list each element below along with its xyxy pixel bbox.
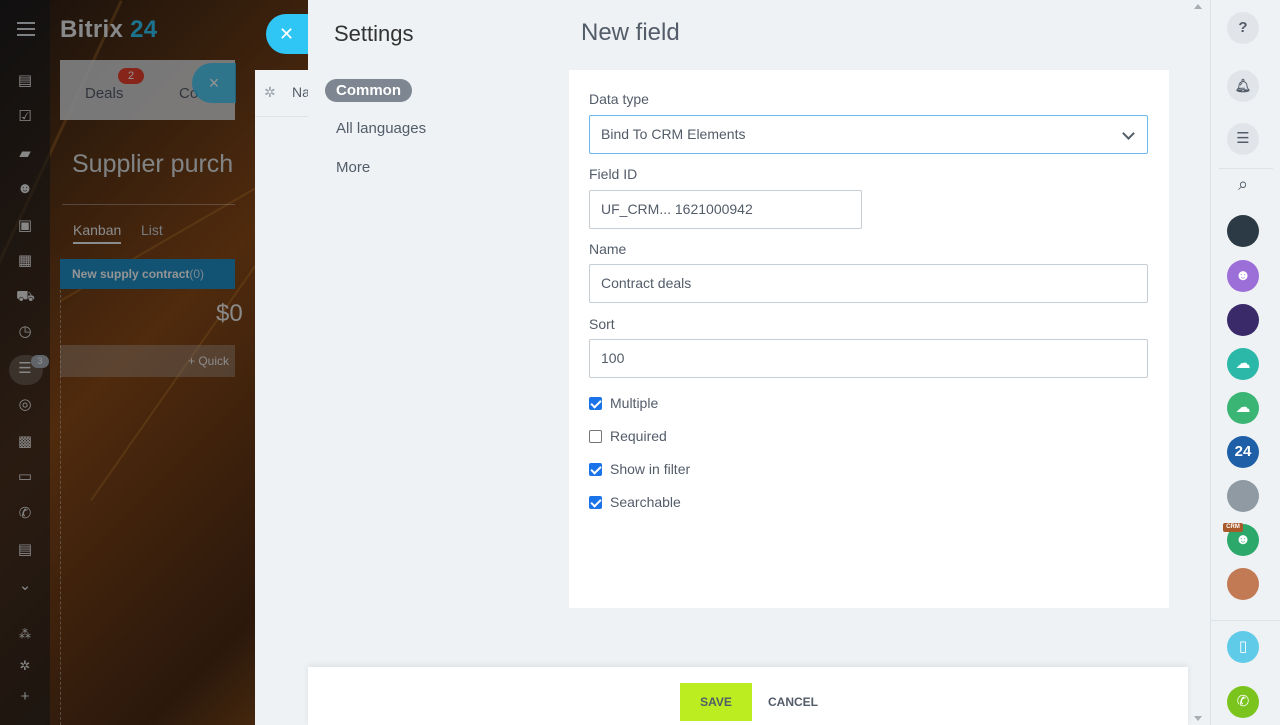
crm-tag: CRM bbox=[1223, 523, 1243, 532]
gear-icon[interactable]: ✲ bbox=[264, 84, 276, 101]
multiple-checkbox[interactable] bbox=[589, 397, 602, 410]
avatar[interactable] bbox=[1227, 480, 1259, 512]
form-footer: SAVE CANCEL bbox=[308, 667, 1188, 725]
show-in-filter-label: Show in filter bbox=[610, 461, 691, 477]
search-icon[interactable]: ⌕ bbox=[1227, 168, 1259, 200]
searchable-checkbox[interactable] bbox=[589, 496, 602, 509]
nav-all-languages[interactable]: All languages bbox=[336, 120, 426, 137]
name-input[interactable]: Contract deals bbox=[589, 264, 1148, 303]
cancel-button[interactable]: CANCEL bbox=[768, 683, 818, 721]
settings-title: Settings bbox=[334, 21, 414, 46]
required-checkbox[interactable] bbox=[589, 430, 602, 443]
bitrix24-avatar[interactable]: 24 bbox=[1227, 436, 1259, 468]
nav-more[interactable]: More bbox=[336, 159, 370, 176]
divider bbox=[1211, 620, 1280, 621]
nav-common[interactable]: Common bbox=[325, 79, 412, 102]
cloud-avatar-icon[interactable]: ☁ bbox=[1227, 392, 1259, 424]
avatar[interactable] bbox=[1227, 215, 1259, 247]
searchable-label: Searchable bbox=[610, 494, 681, 510]
right-sidebar: ? 🔔︎ ☰ ⌕ ☻ ☁ ☁ 24 ☻ CRM ▯ ✆ bbox=[1210, 0, 1280, 725]
field-form: Data type Bind To CRM Elements Field ID … bbox=[569, 70, 1169, 608]
underlying-slider: ✲ Na bbox=[255, 70, 315, 725]
name-value: Contract deals bbox=[601, 275, 692, 291]
scroll-down-arrow[interactable] bbox=[1194, 716, 1202, 721]
settings-slider: Settings Common All languages More New f… bbox=[308, 0, 1210, 725]
cloud-avatar-icon[interactable]: ☁ bbox=[1227, 348, 1259, 380]
sort-label: Sort bbox=[589, 316, 615, 332]
help-icon[interactable]: ? bbox=[1227, 12, 1259, 44]
scroll-up-arrow[interactable] bbox=[1194, 4, 1202, 9]
field-id-label: Field ID bbox=[589, 166, 638, 182]
close-icon: ✕ bbox=[279, 24, 295, 44]
data-type-value: Bind To CRM Elements bbox=[601, 126, 746, 142]
multiple-label: Multiple bbox=[610, 395, 659, 411]
data-type-select[interactable]: Bind To CRM Elements bbox=[589, 115, 1148, 154]
help-glyph: ? bbox=[1238, 19, 1248, 36]
field-id-value: UF_CRM... 1621000942 bbox=[601, 201, 753, 217]
form-title: New field bbox=[581, 19, 680, 46]
bell-icon[interactable]: 🔔︎ bbox=[1227, 70, 1259, 102]
avatar[interactable] bbox=[1227, 304, 1259, 336]
divider bbox=[255, 116, 315, 117]
sort-input[interactable]: 100 bbox=[589, 339, 1148, 378]
sort-value: 100 bbox=[601, 350, 625, 366]
avatar[interactable] bbox=[1227, 568, 1259, 600]
mobile-app-icon[interactable]: ▯ bbox=[1227, 631, 1259, 663]
show-in-filter-checkbox[interactable] bbox=[589, 463, 602, 476]
phone-call-icon[interactable]: ✆ bbox=[1227, 686, 1259, 718]
avatar[interactable]: ☻ bbox=[1227, 260, 1259, 292]
required-label: Required bbox=[610, 428, 667, 444]
field-id-input[interactable]: UF_CRM... 1621000942 bbox=[589, 190, 862, 229]
chevron-down-icon bbox=[1122, 127, 1135, 140]
chat-bubble-icon[interactable]: ☰ bbox=[1227, 123, 1259, 155]
name-label: Name bbox=[589, 241, 627, 257]
slider-close-button[interactable]: ✕ bbox=[266, 14, 314, 54]
data-type-label: Data type bbox=[589, 91, 649, 107]
save-button[interactable]: SAVE bbox=[680, 683, 752, 721]
